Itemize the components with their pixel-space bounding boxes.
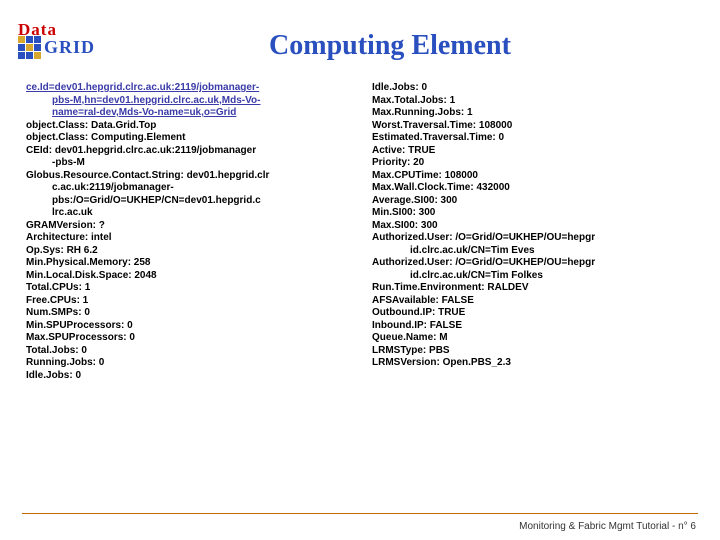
attr-line: Globus.Resource.Contact.String: dev01.he… bbox=[26, 170, 354, 183]
attr-line: CEId: dev01.hepgrid.clrc.ac.uk:2119/jobm… bbox=[26, 145, 354, 158]
attr-line: Run.Time.Environment: RALDEV bbox=[372, 282, 700, 295]
attr-line: Authorized.User: /O=Grid/O=UKHEP/OU=hepg… bbox=[372, 232, 700, 245]
attr-line: Idle.Jobs: 0 bbox=[372, 82, 700, 95]
attr-line: Min.SI00: 300 bbox=[372, 207, 700, 220]
attr-line: id.clrc.ac.uk/CN=Tim Folkes bbox=[372, 270, 700, 283]
attr-line: Min.SPUProcessors: 0 bbox=[26, 320, 354, 333]
attr-line: Priority: 20 bbox=[372, 157, 700, 170]
attr-line: Max.SI00: 300 bbox=[372, 220, 700, 233]
attr-line: Authorized.User: /O=Grid/O=UKHEP/OU=hepg… bbox=[372, 257, 700, 270]
attr-line: Inbound.IP: FALSE bbox=[372, 320, 700, 333]
attr-line: Max.SPUProcessors: 0 bbox=[26, 332, 354, 345]
attr-line: Num.SMPs: 0 bbox=[26, 307, 354, 320]
slide-title: Computing Element bbox=[100, 0, 680, 62]
attr-line: Estimated.Traversal.Time: 0 bbox=[372, 132, 700, 145]
attr-line: GRAMVersion: ? bbox=[26, 220, 354, 233]
ce-id-link[interactable]: ce.Id=dev01.hepgrid.clrc.ac.uk:2119/jobm… bbox=[26, 82, 354, 95]
attr-line: Max.Running.Jobs: 1 bbox=[372, 107, 700, 120]
attr-line: Free.CPUs: 1 bbox=[26, 295, 354, 308]
divider-line bbox=[22, 513, 698, 514]
attr-line: -pbs-M bbox=[26, 157, 354, 170]
attr-line: id.clrc.ac.uk/CN=Tim Eves bbox=[372, 245, 700, 258]
attr-line: Op.Sys: RH 6.2 bbox=[26, 245, 354, 258]
attr-line: AFSAvailable: FALSE bbox=[372, 295, 700, 308]
attr-line: Architecture: intel bbox=[26, 232, 354, 245]
attr-line: Worst.Traversal.Time: 108000 bbox=[372, 120, 700, 133]
attr-line: Outbound.IP: TRUE bbox=[372, 307, 700, 320]
ce-id-link[interactable]: pbs-M,hn=dev01.hepgrid.clrc.ac.uk,Mds-Vo… bbox=[26, 95, 354, 108]
slide-footer: Monitoring & Fabric Mgmt Tutorial - n° 6 bbox=[519, 521, 696, 532]
grid-icon bbox=[18, 36, 41, 59]
attr-line: Max.Total.Jobs: 1 bbox=[372, 95, 700, 108]
logo-bottom-text: GRID bbox=[44, 37, 95, 58]
attr-line: Min.Physical.Memory: 258 bbox=[26, 257, 354, 270]
attr-line: LRMSType: PBS bbox=[372, 345, 700, 358]
attr-line: lrc.ac.uk bbox=[26, 207, 354, 220]
attr-line: object.Class: Data.Grid.Top bbox=[26, 120, 354, 133]
attr-line: Min.Local.Disk.Space: 2048 bbox=[26, 270, 354, 283]
ce-id-link[interactable]: name=ral-dev,Mds-Vo-name=uk,o=Grid bbox=[26, 107, 354, 120]
attr-line: LRMSVersion: Open.PBS_2.3 bbox=[372, 357, 700, 370]
datagrid-logo: Data GRID bbox=[18, 20, 98, 59]
attr-line: c.ac.uk:2119/jobmanager- bbox=[26, 182, 354, 195]
content-columns: ce.Id=dev01.hepgrid.clrc.ac.uk:2119/jobm… bbox=[0, 62, 720, 382]
attr-line: pbs:/O=Grid/O=UKHEP/CN=dev01.hepgrid.c bbox=[26, 195, 354, 208]
attr-line: Active: TRUE bbox=[372, 145, 700, 158]
right-column: Idle.Jobs: 0 Max.Total.Jobs: 1 Max.Runni… bbox=[372, 82, 700, 382]
attr-line: Average.SI00: 300 bbox=[372, 195, 700, 208]
left-column: ce.Id=dev01.hepgrid.clrc.ac.uk:2119/jobm… bbox=[26, 82, 354, 382]
attr-line: Queue.Name: M bbox=[372, 332, 700, 345]
attr-line: Running.Jobs: 0 bbox=[26, 357, 354, 370]
attr-line: Max.Wall.Clock.Time: 432000 bbox=[372, 182, 700, 195]
attr-line: Idle.Jobs: 0 bbox=[26, 370, 354, 383]
attr-line: Max.CPUTime: 108000 bbox=[372, 170, 700, 183]
attr-line: Total.Jobs: 0 bbox=[26, 345, 354, 358]
attr-line: object.Class: Computing.Element bbox=[26, 132, 354, 145]
attr-line: Total.CPUs: 1 bbox=[26, 282, 354, 295]
